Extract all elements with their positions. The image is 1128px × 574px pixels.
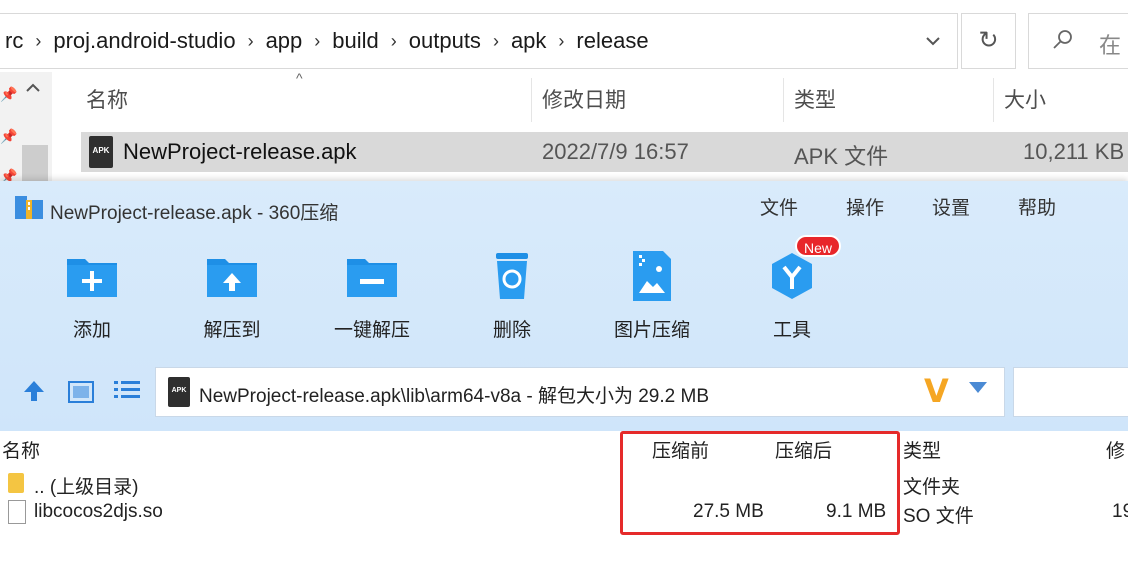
column-divider[interactable] — [531, 78, 532, 122]
scrollbar-thumb[interactable] — [22, 145, 48, 183]
zip-window: NewProject-release.apk - 360压缩 文件 操作 设置 … — [0, 181, 1128, 574]
breadcrumb-item[interactable]: build — [326, 28, 384, 54]
column-header-size[interactable]: 大小 — [1004, 84, 1046, 114]
breadcrumb-item[interactable]: apk — [505, 28, 552, 54]
add-button[interactable]: 添加 — [42, 251, 142, 342]
row-type: SO 文件 — [903, 506, 974, 527]
archive-search-input[interactable] — [1013, 367, 1128, 417]
arrow-up-icon[interactable] — [22, 379, 46, 410]
address-bar[interactable]: rc › proj.android-studio › app › build ›… — [0, 13, 958, 69]
archive-app-icon — [14, 194, 44, 220]
tool-label: 添加 — [72, 320, 111, 341]
row-modified: 19 — [1112, 501, 1128, 522]
breadcrumb-separator[interactable]: › — [487, 31, 505, 52]
tool-label: 删除 — [492, 320, 531, 341]
file-row[interactable]: APK NewProject-release.apk 2022/7/9 16:5… — [81, 132, 1128, 172]
extract-to-icon — [205, 251, 259, 301]
column-divider[interactable] — [993, 78, 994, 122]
highlight-annotation-box — [620, 431, 900, 535]
tool-label: 解压到 — [203, 320, 261, 341]
menu-file[interactable]: 文件 — [760, 193, 798, 220]
breadcrumb-separator[interactable]: › — [552, 31, 570, 52]
apk-file-icon: APK — [168, 377, 190, 407]
v-logo-icon[interactable]: V — [924, 372, 949, 410]
column-header-type[interactable]: 类型 — [794, 84, 836, 114]
breadcrumb-item[interactable]: outputs — [403, 28, 487, 54]
add-icon — [65, 251, 119, 301]
menu-operation[interactable]: 操作 — [846, 193, 884, 220]
breadcrumb-separator[interactable]: › — [29, 31, 47, 52]
window-title: NewProject-release.apk - 360压缩 — [50, 203, 339, 224]
breadcrumb-item[interactable]: proj.android-studio — [47, 28, 241, 54]
breadcrumb-separator[interactable]: › — [385, 31, 403, 52]
pin-icon[interactable]: 📌 — [0, 128, 17, 145]
file-size: 10,211 KB — [1023, 139, 1125, 164]
path-toolbar: APK NewProject-release.apk\lib\arm64-v8a… — [0, 359, 1128, 431]
column-header-modified[interactable]: 修改日期 — [542, 84, 626, 114]
scroll-up-icon[interactable] — [26, 80, 40, 98]
search-icon — [1051, 28, 1075, 58]
apk-file-icon: APK — [89, 136, 113, 168]
list-header-type[interactable]: 类型 — [903, 436, 941, 463]
column-header-name[interactable]: 名称 — [86, 84, 128, 114]
thumbnail-view-icon[interactable] — [68, 381, 94, 403]
row-type: 文件夹 — [903, 477, 961, 498]
breadcrumb-item[interactable]: app — [260, 28, 309, 54]
new-badge: New — [795, 235, 841, 257]
list-view-icon[interactable] — [114, 379, 140, 407]
image-compress-button[interactable]: 图片压缩 — [602, 251, 702, 342]
extract-to-button[interactable]: 解压到 — [182, 251, 282, 342]
delete-button[interactable]: 删除 — [462, 251, 562, 342]
tool-label: 工具 — [772, 320, 811, 341]
archive-path-text: NewProject-release.apk\lib\arm64-v8a - 解… — [199, 386, 710, 407]
refresh-button[interactable]: ↻ — [961, 13, 1016, 69]
list-header-modified[interactable]: 修 — [1106, 436, 1125, 463]
tools-button[interactable]: 工具 — [742, 251, 842, 342]
breadcrumb-separator[interactable]: › — [308, 31, 326, 52]
row-name: libcocos2djs.so — [34, 501, 163, 522]
breadcrumb-item[interactable]: rc — [0, 28, 29, 54]
tool-label: 一键解压 — [333, 320, 410, 341]
archive-path-field[interactable]: APK NewProject-release.apk\lib\arm64-v8a… — [155, 367, 1005, 417]
list-header-name[interactable]: 名称 — [2, 436, 40, 463]
file-name: NewProject-release.apk — [123, 139, 357, 164]
refresh-icon: ↻ — [978, 27, 999, 54]
column-divider[interactable] — [783, 78, 784, 122]
breadcrumb: rc › proj.android-studio › app › build ›… — [0, 28, 655, 54]
one-click-extract-button[interactable]: 一键解压 — [322, 251, 422, 342]
dropdown-arrow-icon[interactable] — [969, 378, 987, 399]
sort-caret-icon: ^ — [296, 70, 303, 86]
file-type: APK 文件 — [794, 144, 889, 169]
search-input[interactable]: 在 — [1028, 13, 1128, 69]
menu-settings[interactable]: 设置 — [932, 193, 970, 220]
recycle-bin-icon — [485, 251, 539, 301]
tool-label: 图片压缩 — [613, 320, 690, 341]
folder-icon — [8, 473, 24, 493]
pin-icon[interactable]: 📌 — [0, 86, 17, 103]
image-compress-icon — [625, 251, 679, 301]
file-modified: 2022/7/9 16:57 — [542, 139, 689, 164]
one-click-extract-icon — [345, 251, 399, 301]
row-name: .. (上级目录) — [34, 477, 139, 498]
zip-toolbar-area: NewProject-release.apk - 360压缩 文件 操作 设置 … — [0, 181, 1128, 431]
chevron-down-icon[interactable] — [919, 30, 947, 54]
file-icon — [8, 500, 26, 524]
breadcrumb-separator[interactable]: › — [242, 31, 260, 52]
breadcrumb-item[interactable]: release — [570, 28, 654, 54]
menu-help[interactable]: 帮助 — [1018, 193, 1056, 220]
search-placeholder: 在 — [1099, 33, 1122, 58]
